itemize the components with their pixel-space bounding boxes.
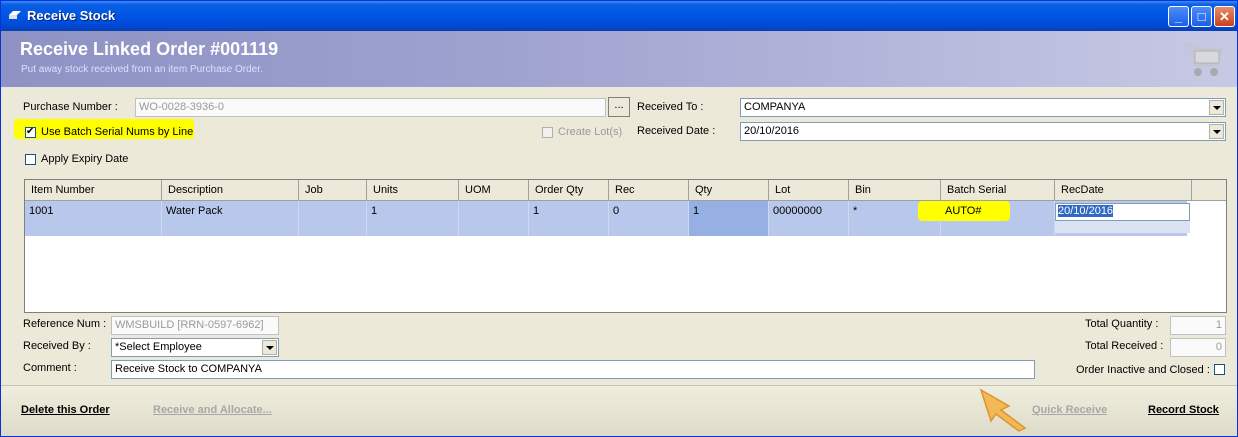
total-quantity-field: 1 <box>1170 316 1226 335</box>
cell-qty[interactable]: 1 <box>689 201 769 236</box>
cell-job[interactable] <box>299 201 367 236</box>
col-bin[interactable]: Bin <box>849 180 941 201</box>
footer-action-bar: Delete this Order Receive and Allocate..… <box>1 385 1237 436</box>
total-quantity-label: Total Quantity : <box>1085 318 1159 330</box>
chevron-down-icon[interactable] <box>262 340 277 355</box>
items-grid[interactable]: Item Number Description Job Units UOM Or… <box>24 179 1227 313</box>
delete-order-link[interactable]: Delete this Order <box>21 404 110 416</box>
received-by-value: *Select Employee <box>115 341 202 353</box>
purchase-number-label: Purchase Number : <box>23 101 118 113</box>
purchase-number-field[interactable]: WO-0028-3936-0 <box>135 98 606 117</box>
cell-uom[interactable] <box>459 201 529 236</box>
col-job[interactable]: Job <box>299 180 367 201</box>
title-bar[interactable]: Receive Stock _ □ ✕ <box>1 1 1237 31</box>
order-inactive-label: Order Inactive and Closed : <box>1076 364 1210 376</box>
rec-date-editor[interactable]: 20/10/2016 <box>1055 203 1190 221</box>
col-rec-date[interactable]: RecDate <box>1055 180 1192 201</box>
cell-batch-serial[interactable]: AUTO# <box>941 201 1055 236</box>
order-inactive-checkbox[interactable] <box>1214 364 1225 375</box>
app-icon <box>9 11 21 19</box>
receive-allocate-link[interactable]: Receive and Allocate... <box>153 404 272 416</box>
use-batch-label: Use Batch Serial Nums by Line <box>41 126 194 138</box>
comment-label: Comment : <box>23 362 77 374</box>
window-title: Receive Stock <box>27 8 116 23</box>
cell-rec[interactable]: 0 <box>609 201 689 236</box>
col-batch-serial[interactable]: Batch Serial <box>941 180 1055 201</box>
col-units[interactable]: Units <box>367 180 459 201</box>
col-order-qty[interactable]: Order Qty <box>529 180 609 201</box>
quick-receive-link[interactable]: Quick Receive <box>1032 404 1107 416</box>
create-lots-checkbox[interactable] <box>542 127 553 138</box>
total-received-label: Total Received : <box>1085 340 1164 352</box>
rec-date-editor-dropdown <box>1055 221 1190 233</box>
received-date-value: 20/10/2016 <box>744 125 800 137</box>
received-by-label: Received By : <box>23 340 91 352</box>
received-to-label: Received To : <box>637 101 704 113</box>
shopping-cart-icon <box>1185 43 1223 76</box>
browse-purchase-button[interactable]: ... <box>608 97 630 117</box>
received-to-select[interactable]: COMPANYA <box>740 98 1226 117</box>
minimize-button[interactable]: _ <box>1168 6 1189 27</box>
record-stock-link[interactable]: Record Stock <box>1148 404 1219 416</box>
cell-lot[interactable]: 00000000 <box>769 201 849 236</box>
create-lots-label: Create Lot(s) <box>558 126 623 138</box>
close-button[interactable]: ✕ <box>1214 6 1235 27</box>
total-received-field: 0 <box>1170 338 1226 357</box>
col-rec[interactable]: Rec <box>609 180 689 201</box>
received-date-label: Received Date : <box>637 125 716 137</box>
page-subtitle: Put away stock received from an item Pur… <box>21 64 263 75</box>
maximize-button[interactable]: □ <box>1191 6 1212 27</box>
rec-date-selected-text: 20/10/2016 <box>1058 205 1114 217</box>
chevron-down-icon[interactable] <box>1209 100 1224 115</box>
col-description[interactable]: Description <box>162 180 299 201</box>
col-filler <box>1192 180 1226 201</box>
pointer-arrow-icon <box>979 388 1027 432</box>
cell-units[interactable]: 1 <box>367 201 459 236</box>
col-item-number[interactable]: Item Number <box>25 180 162 201</box>
use-batch-checkbox[interactable] <box>25 126 36 138</box>
reference-num-label: Reference Num : <box>23 318 107 330</box>
cell-description[interactable]: Water Pack <box>162 201 299 236</box>
page-title: Receive Linked Order #001119 <box>20 39 279 59</box>
apply-expiry-label: Apply Expiry Date <box>41 153 129 165</box>
col-uom[interactable]: UOM <box>459 180 529 201</box>
comment-field[interactable]: Receive Stock to COMPANYA <box>111 360 1035 379</box>
receive-stock-window: Receive Stock _ □ ✕ Receive Linked Order… <box>0 0 1238 437</box>
col-lot[interactable]: Lot <box>769 180 849 201</box>
chevron-down-icon[interactable] <box>1209 124 1224 139</box>
cell-order-qty[interactable]: 1 <box>529 201 609 236</box>
apply-expiry-checkbox[interactable] <box>25 154 36 165</box>
page-header: Receive Linked Order #001119 Put away st… <box>1 31 1237 87</box>
col-qty[interactable]: Qty <box>689 180 769 201</box>
received-by-select[interactable]: *Select Employee <box>111 338 279 357</box>
reference-num-field[interactable]: WMSBUILD [RRN-0597-6962] <box>111 316 279 335</box>
cell-item-number[interactable]: 1001 <box>25 201 162 236</box>
received-date-picker[interactable]: 20/10/2016 <box>740 122 1226 141</box>
received-to-value: COMPANYA <box>744 101 806 113</box>
